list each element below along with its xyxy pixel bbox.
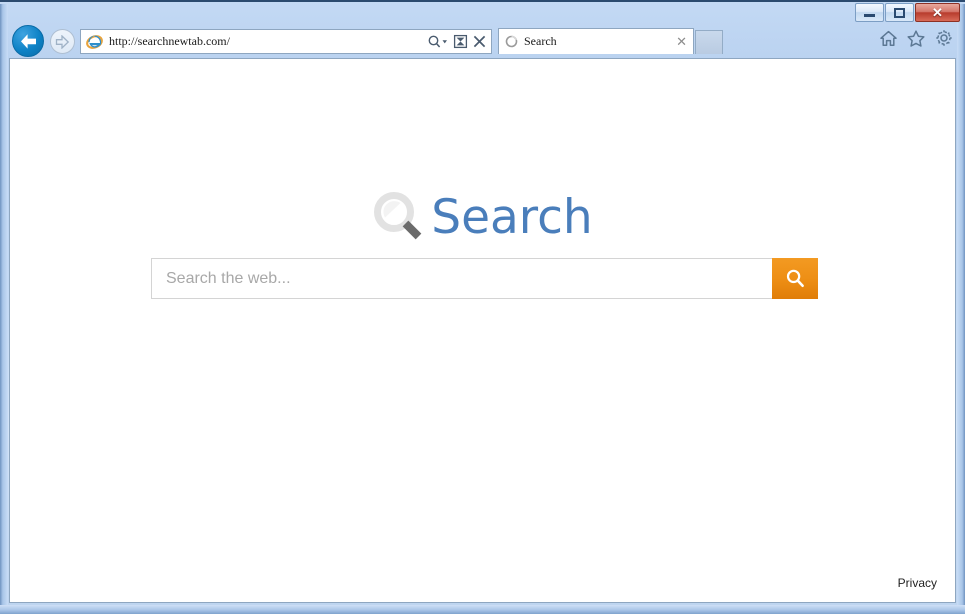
stop-icon[interactable] <box>472 34 487 49</box>
logo-text: Search <box>431 189 593 245</box>
compatibility-view-icon[interactable] <box>453 34 468 49</box>
window-left-border <box>0 4 8 609</box>
browser-window: ✕ http://searchnewtab.com/ Search ✕ Sear… <box>0 0 965 614</box>
title-bar: ✕ <box>0 2 965 24</box>
search-form <box>151 258 818 299</box>
forward-button[interactable] <box>50 29 75 54</box>
tab-strip: Search ✕ <box>498 28 723 58</box>
internet-explorer-icon <box>86 33 103 50</box>
back-button[interactable] <box>12 25 44 57</box>
browser-toolbar-icons <box>880 29 953 47</box>
tab-close-icon[interactable]: ✕ <box>676 35 687 48</box>
search-dropdown-icon[interactable] <box>427 34 449 50</box>
address-bar[interactable]: http://searchnewtab.com/ <box>80 29 492 54</box>
site-logo: Search <box>10 191 955 243</box>
back-arrow-icon <box>20 33 36 49</box>
navigation-toolbar: http://searchnewtab.com/ <box>0 24 965 58</box>
window-right-border <box>957 4 965 609</box>
search-magnifier-icon <box>786 269 804 288</box>
tab-search[interactable]: Search ✕ <box>498 28 694 54</box>
magnifier-icon <box>372 191 425 243</box>
tab-label: Search <box>524 34 557 48</box>
new-tab-button[interactable] <box>695 30 723 54</box>
tools-gear-icon[interactable] <box>935 29 953 47</box>
forward-arrow-icon <box>55 34 70 49</box>
window-bottom-border <box>0 605 965 614</box>
url-text: http://searchnewtab.com/ <box>109 34 230 48</box>
page-content: Search Privacy <box>9 58 956 603</box>
favorites-star-icon[interactable] <box>907 29 925 47</box>
privacy-link[interactable]: Privacy <box>898 576 937 590</box>
close-icon: ✕ <box>932 5 943 20</box>
loading-spinner-icon <box>505 35 518 48</box>
search-input[interactable] <box>151 258 772 299</box>
restore-icon <box>894 7 905 18</box>
home-icon[interactable] <box>880 30 897 47</box>
restore-button[interactable] <box>885 3 914 22</box>
minimize-button[interactable] <box>855 3 884 22</box>
minimize-icon <box>864 14 875 17</box>
close-button[interactable]: ✕ <box>915 3 960 22</box>
window-controls: ✕ <box>854 3 960 22</box>
search-submit-button[interactable] <box>772 258 818 299</box>
